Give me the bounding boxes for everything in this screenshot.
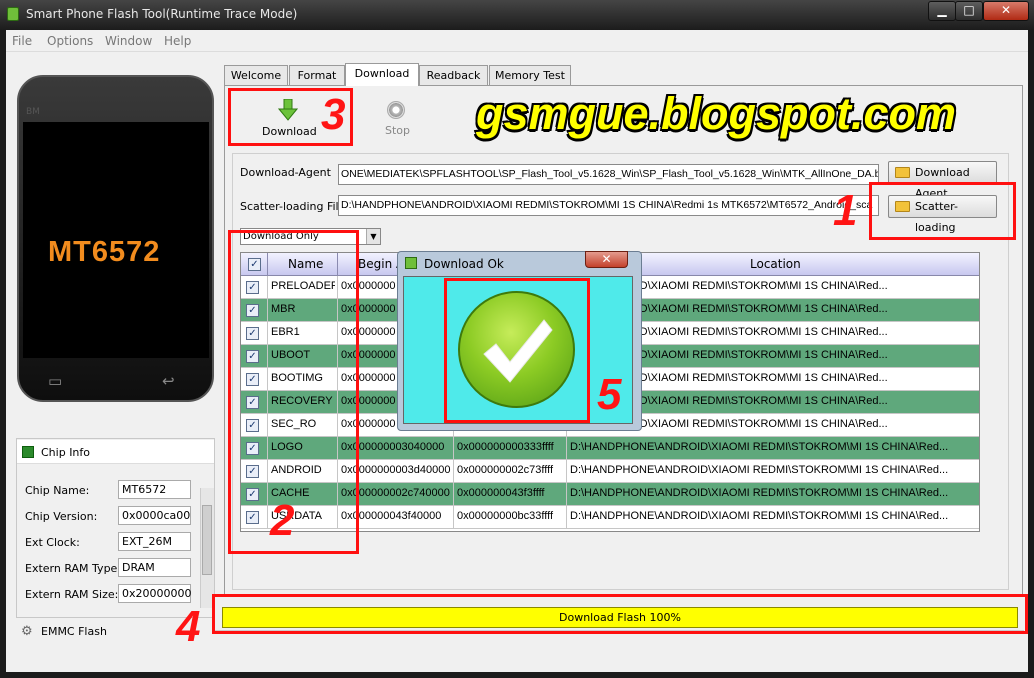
header-location[interactable]: Location [750,257,801,271]
app-icon [7,7,19,21]
partition-location: D:\HANDPHONE\ANDROID\XIAOMI REDMI\STOKRO… [570,510,949,522]
chip-version-value: 0x0000ca00 [118,506,191,525]
menu-window[interactable]: Window [105,34,152,48]
chip-info-scroll-thumb[interactable] [202,505,212,575]
chip-name-label: Chip Name: [25,484,90,497]
dialog-close-button[interactable]: ✕ [585,251,628,268]
emmc-flash-label[interactable]: EMMC Flash [41,625,107,638]
annotation-box-1 [869,182,1016,240]
annotation-number-3: 3 [321,90,346,139]
menu-options[interactable]: Options [47,34,93,48]
ext-clock-value: EXT_26M [118,532,191,551]
tab-welcome[interactable]: Welcome [224,65,288,85]
partition-location: D:\HANDPHONE\ANDROID\XIAOMI REDMI\STOKRO… [570,441,949,453]
stop-icon [387,101,405,119]
download-agent-label: Download-Agent [240,166,331,179]
menu-file[interactable]: File [12,34,32,48]
close-button[interactable]: ✕ [983,1,1029,21]
chip-version-label: Chip Version: [25,510,98,523]
window-title: Smart Phone Flash Tool(Runtime Trace Mod… [26,7,298,21]
annotation-number-5: 5 [597,370,622,419]
tab-download[interactable]: Download [345,63,419,86]
tab-format[interactable]: Format [289,65,345,85]
tab-readback[interactable]: Readback [419,65,488,85]
ram-size-value: 0x20000000 [118,584,192,603]
scatter-loading-label: Scatter-loading File [240,200,346,213]
chip-info-title: Chip Info [41,446,91,459]
end-address: 0x000000000333ffff [457,441,554,453]
dialog-app-icon [405,257,417,269]
menu-help[interactable]: Help [164,34,191,48]
ext-clock-label: Ext Clock: [25,536,80,549]
end-address: 0x00000000bc33ffff [457,510,554,522]
partition-location: D:\HANDPHONE\ANDROID\XIAOMI REDMI\STOKRO… [570,464,949,476]
annotation-number-2: 2 [270,496,295,545]
scatter-loading-path-field[interactable]: D:\HANDPHONE\ANDROID\XIAOMI REDMI\STOKRO… [338,195,879,216]
watermark-text: gsmgue.blogspot.com [476,88,957,139]
minimize-button[interactable]: ▁ [928,1,956,21]
menu-bar [6,30,1028,52]
phone-chip-label: MT6572 [48,236,161,268]
chevron-down-icon[interactable]: ▼ [366,229,380,244]
phone-brand: BM [26,107,40,117]
partition-location: D:\HANDPHONE\ANDROID\XIAOMI REDMI\STOKRO… [570,487,949,499]
maximize-button[interactable]: □ [955,1,983,21]
stop-button[interactable]: Stop [385,124,410,137]
dialog-title: Download Ok [424,257,504,271]
download-agent-button[interactable]: Download Agent [888,161,997,200]
ram-type-value: DRAM [118,558,191,577]
folder-icon [895,167,910,178]
annotation-number-1: 1 [833,186,858,235]
download-agent-path-field[interactable]: ONE\MEDIATEK\SPFLASHTOOL\SP_Flash_Tool_v… [338,164,879,185]
annotation-box-4 [212,594,1028,634]
tab-memory-test[interactable]: Memory Test [489,65,571,85]
phone-back-key-icon: ↩ [162,372,175,390]
annotation-box-5 [444,278,590,423]
ram-type-label: Extern RAM Type: [25,562,122,575]
chip-icon [22,446,34,458]
ram-size-label: Extern RAM Size: [25,588,119,601]
annotation-number-4: 4 [176,602,201,651]
gear-icon: ⚙ [21,624,33,639]
end-address: 0x000000043f3ffff [457,487,545,499]
end-address: 0x000000002c73ffff [457,464,554,476]
phone-menu-key-icon: ▭ [48,372,63,390]
chip-name-value: MT6572 [118,480,191,499]
